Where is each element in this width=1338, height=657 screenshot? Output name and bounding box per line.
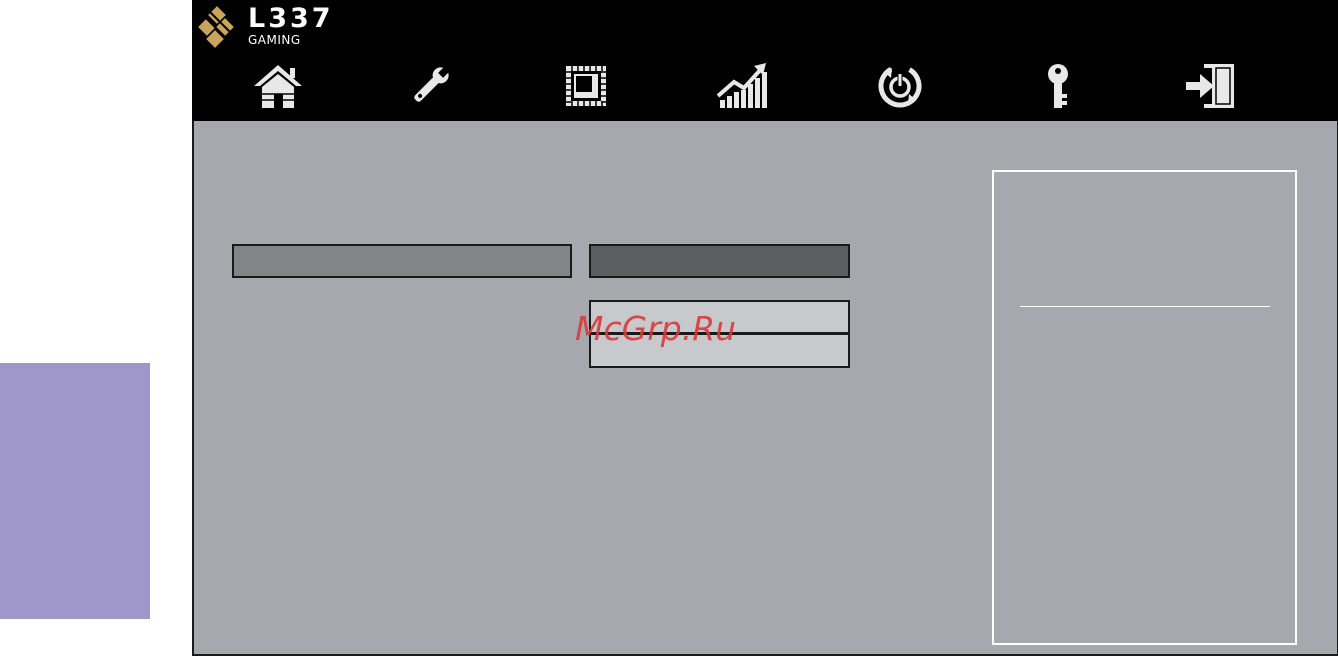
nav-performance-button[interactable] [712, 58, 772, 114]
help-panel [992, 170, 1297, 645]
setting-label-bar[interactable] [232, 244, 572, 278]
logo-emblem-icon [196, 4, 237, 50]
nav-power-button[interactable] [870, 58, 930, 114]
exit-door-icon [1186, 64, 1234, 108]
bios-page: L337 GAMING McGrp.Ru [0, 0, 1338, 657]
cpu-chip-icon [566, 66, 606, 106]
key-icon [1048, 64, 1068, 108]
nav-settings-button[interactable] [400, 58, 460, 114]
performance-chart-icon [716, 63, 767, 108]
brand-name: L337 [248, 3, 334, 34]
nav-home-button[interactable] [248, 58, 308, 114]
home-icon [254, 65, 302, 108]
nav-exit-button[interactable] [1180, 58, 1240, 114]
brand-subtitle: GAMING [248, 33, 301, 47]
top-nav [192, 58, 1338, 118]
help-divider [1020, 306, 1270, 307]
power-cycle-icon [878, 64, 922, 108]
watermark: McGrp.Ru [575, 309, 737, 348]
nav-security-button[interactable] [1028, 58, 1088, 114]
wrench-icon [414, 66, 450, 102]
nav-cpu-button[interactable] [556, 58, 616, 114]
side-section-tab [0, 363, 150, 619]
setting-value-bar[interactable] [589, 244, 850, 278]
